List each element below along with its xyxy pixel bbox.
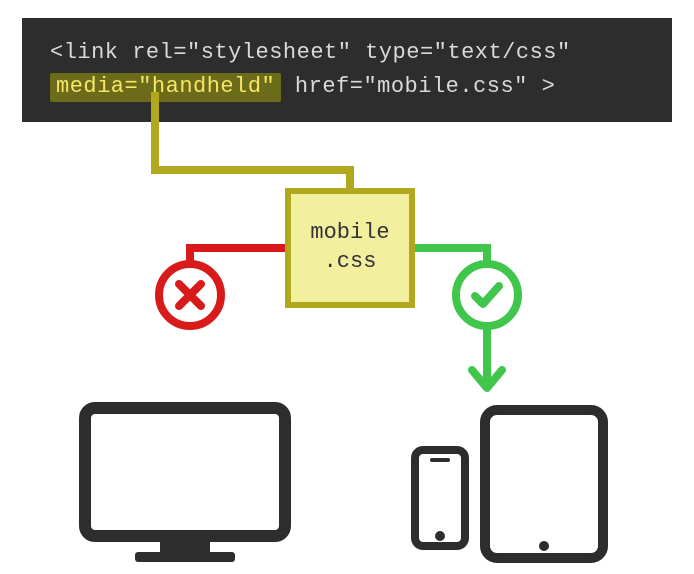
code-snippet: <link rel="stylesheet" type="text/css" m…	[22, 18, 672, 122]
devices-row	[0, 400, 694, 570]
css-file-label-line1: mobile	[310, 220, 389, 245]
smartphone-icon	[415, 450, 465, 546]
tablet-icon	[485, 410, 603, 558]
check-icon	[452, 260, 522, 330]
css-file-label: mobile .css	[310, 219, 389, 276]
code-line2-rest: href="mobile.css" >	[281, 74, 555, 99]
css-file-label-line2: .css	[324, 249, 377, 274]
code-media-highlight: media="handheld"	[50, 73, 281, 102]
css-file-box: mobile .css	[285, 188, 415, 308]
desktop-monitor-icon	[85, 408, 285, 562]
code-line1: <link rel="stylesheet" type="text/css"	[50, 40, 571, 65]
cross-icon	[155, 260, 225, 330]
